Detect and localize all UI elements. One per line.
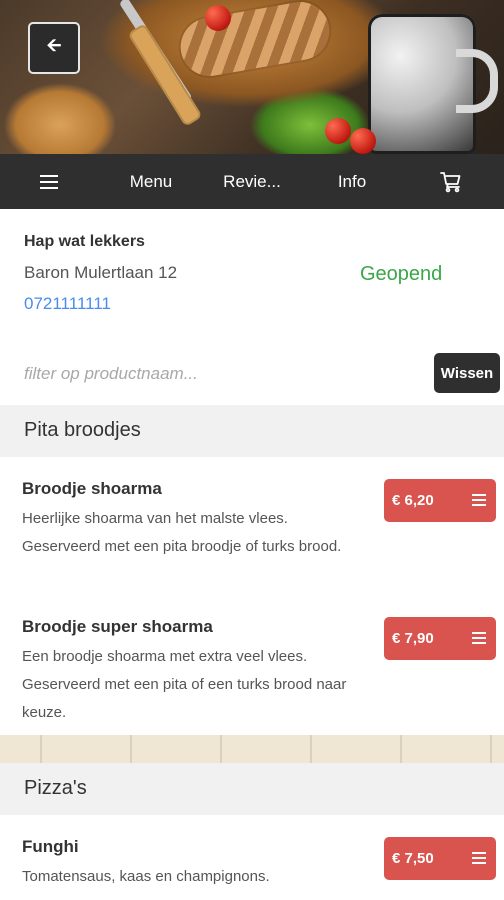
back-button[interactable]: 🡨 bbox=[28, 22, 80, 74]
category-title: Pita broodjes bbox=[24, 419, 141, 441]
product-price: € 7,90 bbox=[392, 630, 434, 647]
category-title: Pizza's bbox=[24, 777, 87, 799]
hamburger-icon bbox=[40, 174, 58, 189]
product-description: Een broodje shoarma met extra veel vlees… bbox=[22, 648, 347, 721]
hamburger-icon bbox=[472, 494, 486, 506]
product-description: Tomatensaus, kaas en champignons. bbox=[22, 868, 270, 885]
product-filter-input[interactable] bbox=[22, 355, 416, 393]
restaurant-phone-link[interactable]: 0721111111 bbox=[24, 294, 111, 314]
product-name: Broodje super shoarma bbox=[22, 617, 213, 636]
product-row[interactable]: Funghi Tomatensaus, kaas en champignons.… bbox=[0, 815, 504, 900]
add-to-cart-button[interactable]: € 7,50 bbox=[384, 837, 496, 880]
decorative-pattern-divider bbox=[0, 735, 504, 763]
product-name: Funghi bbox=[22, 837, 79, 856]
salmon-decoration bbox=[176, 0, 334, 81]
tomato-decoration bbox=[205, 5, 231, 31]
cart-icon bbox=[440, 171, 461, 192]
open-status: Geopend bbox=[360, 263, 443, 285]
hamburger-menu-button[interactable] bbox=[28, 154, 70, 209]
product-price: € 6,20 bbox=[392, 492, 434, 509]
add-to-cart-button[interactable]: € 6,20 bbox=[384, 479, 496, 522]
tab-menu[interactable]: Menu bbox=[118, 154, 184, 209]
hamburger-icon bbox=[472, 852, 486, 864]
product-row[interactable]: Broodje super shoarma Een broodje shoarm… bbox=[0, 595, 504, 736]
tomato-decoration bbox=[325, 118, 351, 144]
restaurant-name: Hap wat lekkers bbox=[24, 233, 145, 250]
category-header: Pizza's bbox=[0, 763, 504, 816]
product-row[interactable]: Broodje shoarma Heerlijke shoarma van he… bbox=[0, 457, 504, 596]
hamburger-icon bbox=[472, 632, 486, 644]
restaurant-address: Baron Mulertlaan 12 bbox=[24, 263, 178, 282]
navigation-bar: Menu Revie... Info bbox=[0, 154, 504, 209]
filter-bar: Wissen bbox=[0, 341, 504, 406]
tab-info[interactable]: Info bbox=[322, 154, 382, 209]
clear-filter-button[interactable]: Wissen bbox=[434, 353, 500, 393]
tomato-decoration bbox=[350, 128, 376, 154]
product-price: € 7,50 bbox=[392, 850, 434, 867]
product-name: Broodje shoarma bbox=[22, 479, 162, 498]
cart-button[interactable] bbox=[430, 154, 472, 209]
category-header: Pita broodjes bbox=[0, 405, 504, 458]
arrow-left-icon: 🡨 bbox=[46, 35, 62, 55]
restaurant-info: Hap wat lekkers Baron Mulertlaan 12 0721… bbox=[0, 209, 504, 342]
product-description: Heerlijke shoarma van het malste vlees. … bbox=[22, 510, 342, 555]
add-to-cart-button[interactable]: € 7,90 bbox=[384, 617, 496, 660]
mug-decoration bbox=[368, 14, 498, 154]
tab-reviews[interactable]: Revie... bbox=[214, 154, 290, 209]
